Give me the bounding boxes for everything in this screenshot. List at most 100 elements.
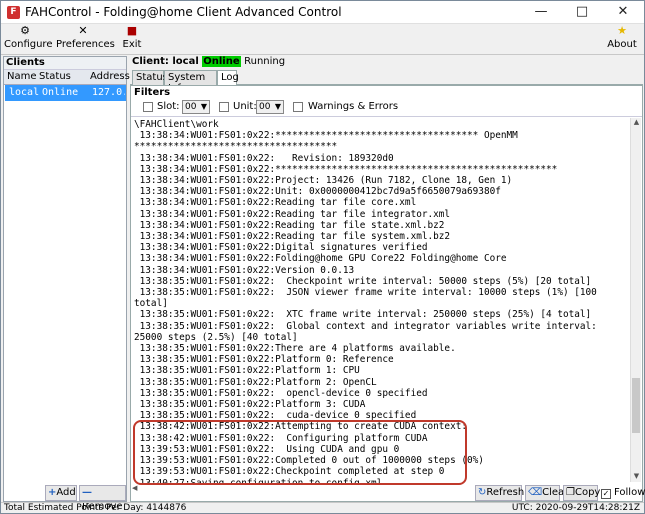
client-name: local	[9, 87, 40, 98]
star-icon: ★	[617, 24, 627, 37]
log-line: 13:38:35:WU01:FS01:0x22:Platform 1: CPU	[134, 365, 360, 377]
log-line: 13:38:35:WU01:FS01:0x22: JSON viewer fra…	[134, 287, 597, 299]
warnings-checkbox[interactable]	[293, 102, 303, 112]
log-line: 13:38:35:WU01:FS01:0x22: Global context …	[134, 320, 597, 332]
log-line: \FAHClient\work	[134, 119, 219, 130]
log-panel: Filters Slot: 00 ▼ Unit: 00 ▼ Warnings & E…	[130, 85, 643, 502]
log-line: 13:38:35:WU01:FS01:0x22:Platform 0: Refe…	[134, 354, 394, 366]
client-state: Running	[244, 56, 286, 67]
slot-select[interactable]: 00 ▼	[182, 100, 210, 114]
slot-label: Slot:	[157, 101, 180, 112]
log-line: 13:38:35:WU01:FS01:0x22: XTC frame write…	[134, 309, 592, 321]
log-line: 25000 steps (2.5%) [40 total]	[134, 331, 298, 343]
minus-icon: —	[82, 487, 92, 498]
client-address: 127.0.	[92, 87, 125, 98]
clients-table-header: Name Status Address	[4, 70, 130, 85]
log-line: 13:38:34:WU01:FS01:0x22:****************…	[134, 163, 558, 175]
scroll-left-icon[interactable]: ◀	[132, 484, 142, 494]
follow-checkbox[interactable]: ✓	[601, 489, 611, 499]
copy-icon: ❐	[566, 487, 575, 498]
exit-label: Exit	[122, 39, 142, 50]
configure-icon: ⚙	[20, 24, 30, 37]
refresh-button[interactable]: ↻Refresh	[475, 485, 525, 501]
preferences-button[interactable]: ✕ Preferences	[56, 24, 115, 54]
add-label: Add	[56, 487, 76, 498]
title-bar: F FAHControl - Folding@home Client Advan…	[1, 1, 644, 24]
scroll-up-icon[interactable]: ▲	[631, 118, 642, 128]
unit-select[interactable]: 00 ▼	[256, 100, 284, 114]
clients-panel: Clients Name Status Address local Online…	[3, 56, 130, 502]
chevron-down-icon: ▼	[274, 102, 281, 111]
log-line: 13:38:34:WU01:FS01:0x22:Digital signatur…	[134, 242, 428, 254]
fah-icon: F	[7, 6, 20, 19]
vertical-scrollbar[interactable]: ▲ ▼	[630, 118, 641, 482]
log-line: 13:38:34:WU01:FS01:0x22:Project: 13426 (…	[134, 175, 513, 187]
unit-checkbox[interactable]	[219, 102, 229, 112]
log-line: 13:38:35:WU01:FS01:0x22: Checkpoint writ…	[134, 275, 592, 287]
tabs: Status System Info Log	[130, 69, 643, 94]
log-line: 13:38:34:WU01:FS01:0x22:Reading tar file…	[134, 208, 451, 220]
log-line: total]	[134, 298, 168, 310]
column-status[interactable]: Status	[39, 71, 71, 82]
copy-label: Copy	[574, 487, 601, 498]
clients-title: Clients	[4, 57, 126, 70]
tab-system-info[interactable]: System Info	[164, 70, 217, 94]
exit-button[interactable]: ■ Exit	[121, 25, 143, 54]
preferences-icon: ✕	[78, 24, 88, 37]
preferences-label: Preferences	[56, 39, 115, 50]
utc-time: UTC: 2020-09-29T14:28:21Z	[511, 503, 640, 513]
clients-buttons: +Add —Remove	[3, 485, 127, 512]
log-line: 13:38:34:WU01:FS01:0x22:Version 0.0.13	[134, 264, 355, 276]
configure-label: Configure	[4, 39, 53, 50]
filters-row: Slot: 00 ▼ Unit: 00 ▼ Warnings & Errors	[131, 98, 642, 117]
log-line: 13:38:34:WU01:FS01:0x22:Unit: 0x00000004…	[134, 186, 501, 198]
log-line: 13:38:34:WU01:FS01:0x22:Reading tar file…	[134, 219, 445, 231]
scrollbar-thumb[interactable]	[632, 378, 640, 433]
configure-button[interactable]: ⚙ Configure	[4, 24, 53, 54]
log-line: 13:38:35:WU01:FS01:0x22:There are 4 plat…	[134, 343, 456, 355]
close-button[interactable]: ✕	[603, 1, 643, 24]
warnings-label: Warnings & Errors	[308, 101, 399, 112]
status-bar: Total Estimated Points Per Day: 4144876 …	[1, 502, 644, 514]
about-button[interactable]: ★ About	[607, 25, 637, 54]
log-line: 13:38:34:WU01:FS01:0x22:Reading tar file…	[134, 231, 451, 243]
client-detail: Client: local Online Running Status Syst…	[130, 56, 643, 502]
table-row[interactable]: local Online 127.0.	[5, 85, 126, 101]
slot-checkbox[interactable]	[143, 102, 153, 112]
unit-value: 00	[259, 102, 271, 112]
about-label: About	[607, 39, 637, 50]
maximize-button[interactable]: □	[562, 1, 602, 24]
column-name[interactable]: Name	[7, 71, 37, 82]
tab-status[interactable]: Status	[132, 70, 168, 85]
refresh-label: Refresh	[486, 487, 525, 498]
client-prefix: Client: local	[132, 56, 199, 67]
minimize-button[interactable]: —	[521, 1, 561, 24]
client-heading: Client: local Online Running	[132, 56, 285, 68]
status-badge: Online	[202, 56, 241, 67]
log-line: 13:38:34:WU01:FS01:0x22: Revision: 18932…	[134, 152, 394, 164]
client-status: Online	[42, 87, 79, 98]
highlight-box	[133, 420, 467, 485]
log-line: ************************************	[134, 141, 338, 153]
log-line: 13:38:34:WU01:FS01:0x22:Folding@home GPU…	[134, 253, 507, 265]
window-title: FAHControl - Folding@home Client Advance…	[25, 5, 342, 19]
add-button[interactable]: +Add	[45, 485, 77, 501]
unit-label: Unit:	[233, 101, 257, 112]
log-line: 13:38:34:WU01:FS01:0x22:Reading tar file…	[134, 197, 417, 209]
clear-button[interactable]: ⌫Clear	[525, 485, 568, 501]
tab-log[interactable]: Log	[217, 70, 239, 86]
chevron-down-icon: ▼	[200, 102, 207, 111]
filters-title: Filters	[134, 87, 171, 98]
main-window: F FAHControl - Folding@home Client Advan…	[0, 0, 645, 514]
copy-button[interactable]: ❐Copy	[563, 485, 601, 501]
log-line: 13:38:35:WU01:FS01:0x22:Platform 3: CUDA	[134, 399, 366, 411]
scroll-down-icon[interactable]: ▼	[631, 472, 642, 482]
clear-icon: ⌫	[528, 487, 543, 498]
exit-icon: ■	[126, 24, 138, 37]
points-per-day: Total Estimated Points Per Day: 4144876	[4, 503, 187, 513]
slot-value: 00	[185, 102, 197, 112]
remove-button[interactable]: —Remove	[79, 485, 126, 512]
column-address[interactable]: Address	[90, 71, 130, 82]
follow-label: Follow	[614, 487, 645, 498]
log-line: 13:38:35:WU01:FS01:0x22:Platform 2: Open…	[134, 376, 377, 388]
